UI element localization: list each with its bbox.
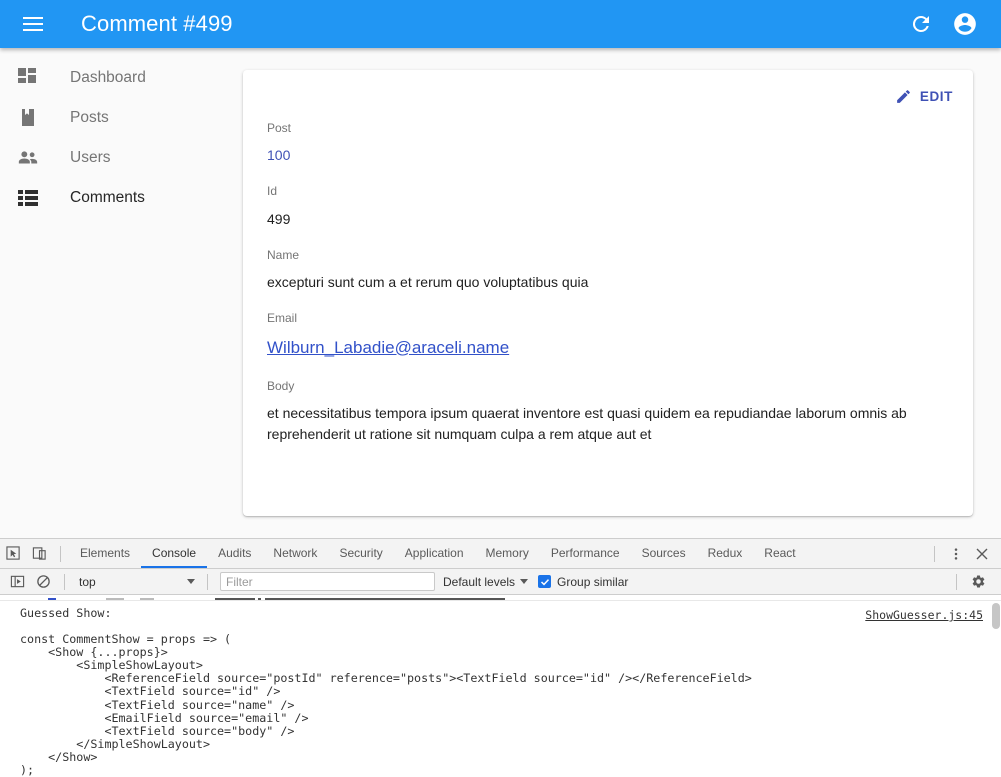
- device-toolbar-button[interactable]: [26, 541, 52, 567]
- console-scrollbar[interactable]: [991, 601, 1001, 776]
- sidebar-item-label: Comments: [70, 189, 145, 207]
- card-fields: Post 100 Id 499 Name excepturi sunt cum …: [243, 122, 973, 458]
- field-body: Body et necessitatibus tempora ipsum qua…: [267, 380, 949, 444]
- account-button[interactable]: [943, 2, 987, 46]
- account-circle-icon: [952, 11, 978, 37]
- tab-sources[interactable]: Sources: [631, 539, 697, 568]
- page-title: Comment #499: [81, 11, 233, 37]
- people-icon: [16, 146, 40, 170]
- checkbox-checked-icon: [538, 575, 551, 588]
- gear-icon: [971, 574, 986, 589]
- console-source-link[interactable]: ShowGuesser.js:45: [865, 608, 983, 622]
- toolbar-divider: [956, 574, 957, 590]
- sidebar-item-label: Users: [70, 149, 110, 167]
- devtools-panel: Elements Console Audits Network Security…: [0, 538, 1001, 777]
- console-output[interactable]: ShowGuesser.js:45 Guessed Show: const Co…: [0, 595, 1001, 776]
- console-toolbar-actions: [948, 569, 997, 595]
- close-icon: [975, 547, 989, 561]
- field-post: Post 100: [267, 122, 949, 165]
- chevron-down-icon: [520, 579, 528, 584]
- application-root: Comment #499: [0, 0, 1001, 538]
- chevron-down-icon: [187, 579, 195, 584]
- console-scrollbar-thumb[interactable]: [992, 603, 1000, 629]
- tab-memory[interactable]: Memory: [475, 539, 540, 568]
- console-filter-input[interactable]: [220, 572, 435, 591]
- sidebar-navigation: Dashboard Posts Users: [0, 48, 240, 538]
- inspect-element-icon: [6, 546, 21, 561]
- tab-performance[interactable]: Performance: [540, 539, 631, 568]
- console-context-value: top: [79, 575, 96, 589]
- hamburger-menu-button[interactable]: [9, 0, 57, 48]
- console-sidebar-toggle-icon: [10, 574, 25, 589]
- device-toolbar-icon: [32, 546, 47, 561]
- clear-console-icon: [36, 574, 51, 589]
- toolbar-divider: [207, 574, 208, 590]
- sidebar-item-users[interactable]: Users: [0, 138, 240, 178]
- sidebar-item-label: Dashboard: [70, 69, 146, 87]
- comment-show-card: EDIT Post 100 Id 499 Name excepturi sunt…: [243, 70, 973, 516]
- tab-redux[interactable]: Redux: [697, 539, 754, 568]
- edit-button[interactable]: EDIT: [887, 82, 961, 111]
- field-label: Post: [267, 122, 949, 135]
- sidebar-item-comments[interactable]: Comments: [0, 178, 240, 218]
- pencil-icon: [895, 88, 912, 105]
- more-options-button[interactable]: [943, 541, 969, 567]
- console-message-title: Guessed Show:: [0, 607, 1001, 620]
- console-sidebar-toggle-button[interactable]: [4, 569, 30, 595]
- console-levels-value: Default levels: [443, 575, 515, 589]
- field-label: Name: [267, 249, 949, 262]
- tab-react[interactable]: React: [753, 539, 806, 568]
- tab-network[interactable]: Network: [262, 539, 328, 568]
- group-similar-toggle[interactable]: Group similar: [538, 575, 628, 589]
- tab-console[interactable]: Console: [141, 539, 207, 568]
- field-id: Id 499: [267, 185, 949, 228]
- console-levels-select[interactable]: Default levels: [443, 575, 528, 589]
- list-icon: [16, 186, 40, 210]
- field-label: Id: [267, 185, 949, 198]
- console-toolbar: top Default levels Group similar: [0, 569, 1001, 595]
- toolbar-divider: [934, 546, 935, 562]
- field-label: Body: [267, 380, 949, 393]
- app-bar: Comment #499: [0, 0, 1001, 48]
- sidebar-item-label: Posts: [70, 109, 109, 127]
- tab-application[interactable]: Application: [394, 539, 475, 568]
- field-email: Email Wilburn_Labadie@araceli.name: [267, 312, 949, 360]
- field-name: Name excepturi sunt cum a et rerum quo v…: [267, 249, 949, 292]
- console-context-select[interactable]: top: [73, 572, 199, 592]
- more-options-icon: [949, 547, 963, 561]
- sidebar-item-posts[interactable]: Posts: [0, 98, 240, 138]
- field-value-post-reference[interactable]: 100: [267, 147, 290, 163]
- close-devtools-button[interactable]: [969, 541, 995, 567]
- book-icon: [16, 106, 40, 130]
- dashboard-icon: [16, 66, 40, 90]
- console-message-code: const CommentShow = props => ( <Show {..…: [0, 620, 1001, 776]
- devtools-tabbar: Elements Console Audits Network Security…: [0, 539, 1001, 569]
- card-toolbar: EDIT: [243, 70, 973, 122]
- hamburger-menu-icon: [23, 17, 43, 31]
- sidebar-item-dashboard[interactable]: Dashboard: [0, 58, 240, 98]
- tab-elements[interactable]: Elements: [69, 539, 141, 568]
- console-settings-button[interactable]: [965, 569, 991, 595]
- toolbar-divider: [64, 574, 65, 590]
- toolbar-divider: [60, 546, 61, 562]
- field-label: Email: [267, 312, 949, 325]
- group-similar-label: Group similar: [557, 575, 628, 589]
- devtools-tabbar-actions: [926, 541, 1001, 567]
- inspect-element-button[interactable]: [0, 541, 26, 567]
- field-value-name: excepturi sunt cum a et rerum quo volupt…: [267, 272, 949, 292]
- main-content: EDIT Post 100 Id 499 Name excepturi sunt…: [240, 48, 1001, 538]
- tab-audits[interactable]: Audits: [207, 539, 262, 568]
- field-value-email-link[interactable]: Wilburn_Labadie@araceli.name: [267, 338, 509, 357]
- tab-security[interactable]: Security: [328, 539, 393, 568]
- console-message: ShowGuesser.js:45 Guessed Show: const Co…: [0, 601, 1001, 776]
- refresh-icon: [909, 12, 933, 36]
- field-value-id: 499: [267, 209, 949, 229]
- field-value-body: et necessitatibus tempora ipsum quaerat …: [267, 403, 949, 444]
- clear-console-button[interactable]: [30, 569, 56, 595]
- refresh-button[interactable]: [899, 2, 943, 46]
- app-bar-actions: [899, 2, 1001, 46]
- edit-button-label: EDIT: [920, 89, 953, 104]
